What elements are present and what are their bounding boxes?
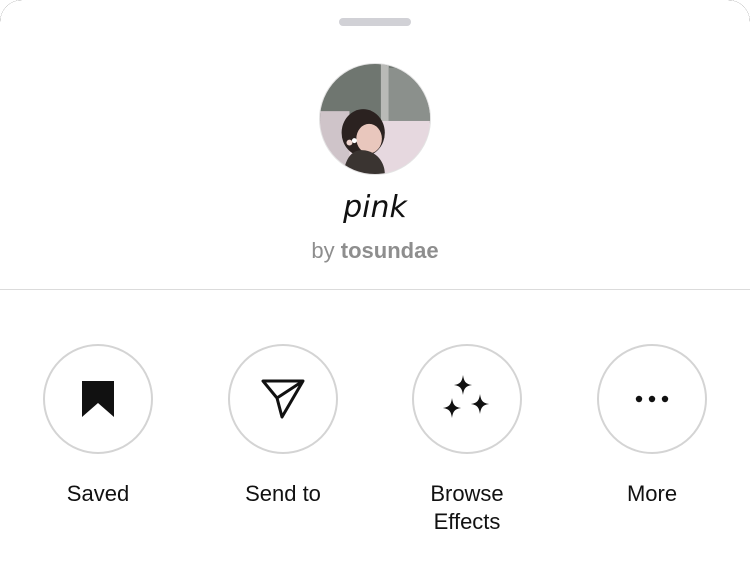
more-button[interactable]: More (572, 344, 732, 508)
author-link[interactable]: tosundae (341, 238, 439, 263)
byline-prefix: by (311, 238, 335, 263)
saved-button-circle[interactable] (43, 344, 153, 454)
more-button-circle[interactable] (597, 344, 707, 454)
paper-plane-icon (261, 379, 305, 419)
browse-effects-label: Browse Effects (430, 481, 504, 534)
sparkles-icon (443, 375, 489, 418)
send-to-label: Send to (245, 481, 321, 506)
send-to-button-circle[interactable] (228, 344, 338, 454)
ellipsis-icon (635, 395, 669, 403)
avatar-photo (320, 64, 430, 174)
effect-name: pink (343, 190, 407, 225)
effect-preview-avatar[interactable] (319, 63, 431, 175)
saved-label: Saved (66, 481, 130, 506)
more-label: More (626, 481, 678, 506)
saved-button[interactable]: Saved (18, 344, 178, 508)
sheet-grabber-handle[interactable] (339, 18, 411, 26)
effect-bottom-sheet: pink by tosundae Saved Send to Browse Ef… (0, 0, 750, 567)
divider (0, 289, 750, 290)
sheet-surface: pink by tosundae Saved Send to Browse Ef… (0, 0, 750, 567)
bookmark-filled-icon (82, 381, 114, 417)
send-to-button[interactable]: Send to (203, 344, 363, 508)
effect-byline: by tosundae (0, 237, 750, 265)
browse-effects-button[interactable]: Browse Effects (387, 344, 547, 536)
browse-effects-button-circle[interactable] (412, 344, 522, 454)
